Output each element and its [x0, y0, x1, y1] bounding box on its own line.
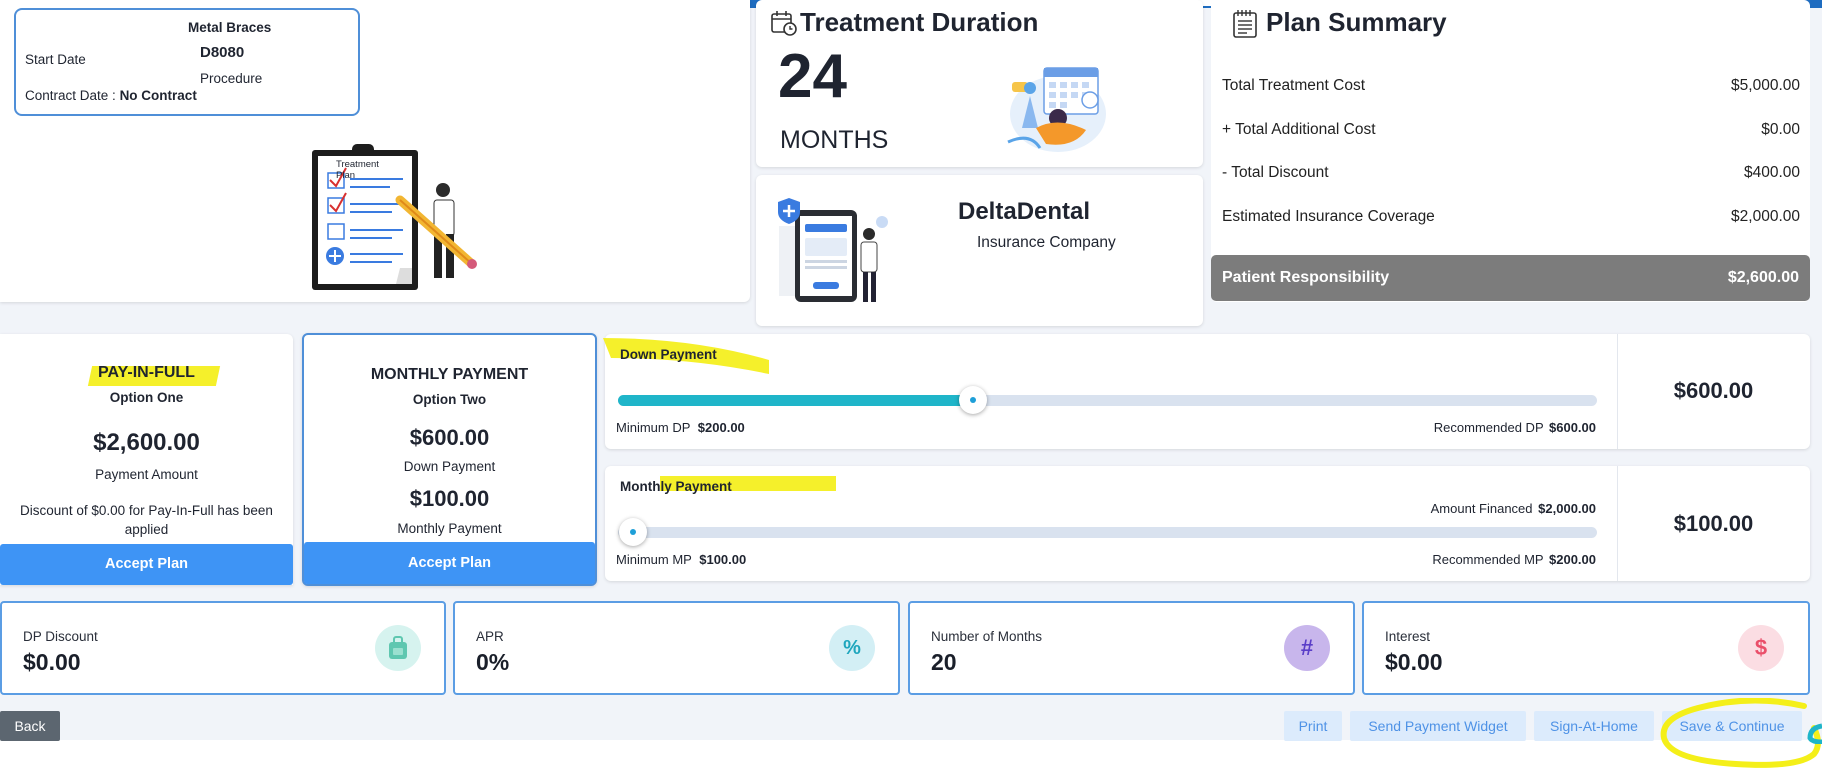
accept-pay-in-full-button[interactable]: Accept Plan — [0, 544, 293, 585]
option-one-subtitle: Option One — [109, 390, 184, 405]
patient-responsibility-value: $2,600.00 — [1727, 269, 1799, 286]
patient-responsibility-bar: Patient Responsibility $2,600.00 — [1211, 255, 1810, 301]
option-two-monthly-label: Monthly Payment — [397, 521, 502, 536]
dollar-icon: $ — [1738, 625, 1784, 671]
recommended-mp-label: Recommended MP — [1432, 552, 1544, 567]
stat-card-dp-discount: DP Discount $0.00 — [0, 601, 446, 695]
down-payment-value: $600.00 — [1673, 378, 1754, 403]
monthly-payment-slider-handle[interactable] — [619, 518, 647, 546]
summary-row-insurance-coverage: Estimated Insurance Coverage $2,000.00 — [1222, 208, 1800, 226]
summary-row-total-discount: - Total Discount $400.00 — [1222, 164, 1800, 182]
procedure-code-label: Procedure — [200, 71, 263, 86]
min-mp-label: Minimum MP — [616, 552, 692, 567]
stat-label: APR — [476, 629, 504, 644]
recommended-dp-label: Recommended DP — [1433, 420, 1544, 435]
discount-bag-icon — [375, 625, 421, 671]
summary-row-additional-cost: + Total Additional Cost $0.00 — [1222, 121, 1800, 139]
pay-in-full-amount-label: Payment Amount — [95, 467, 198, 482]
treatment-duration-unit: MONTHS — [780, 126, 889, 154]
contract-date-value: No Contract — [119, 88, 197, 103]
sign-at-home-button[interactable]: Sign-At-Home — [1534, 711, 1654, 741]
back-button[interactable]: Back — [0, 711, 60, 741]
clipboard-title: Treatment Plan — [336, 159, 379, 181]
summary-row-value: $0.00 — [1761, 121, 1800, 138]
option-two-monthly-amount: $100.00 — [409, 486, 490, 511]
stat-label: DP Discount — [23, 629, 98, 644]
recommended-mp-value: $200.00 — [1549, 552, 1596, 567]
plan-summary-title: Plan Summary — [1266, 7, 1447, 37]
summary-row-label: Total Treatment Cost — [1222, 77, 1366, 94]
stat-card-number-of-months: Number of Months 20 # — [908, 601, 1355, 695]
summary-row-label: - Total Discount — [1222, 164, 1329, 181]
start-date-label: Start Date — [25, 52, 86, 67]
calendar-clock-icon — [771, 11, 797, 36]
footer-strip — [0, 740, 1822, 774]
hash-icon: # — [1284, 625, 1330, 671]
pay-in-full-amount: $2,600.00 — [93, 429, 200, 456]
option-two-subtitle: Option Two — [412, 392, 487, 407]
summary-row-label: Estimated Insurance Coverage — [1222, 208, 1435, 225]
stat-card-apr: APR 0% % — [453, 601, 900, 695]
pay-in-full-title: PAY-IN-FULL — [98, 364, 195, 381]
print-button[interactable]: Print — [1284, 711, 1342, 741]
summary-row-label: + Total Additional Cost — [1222, 121, 1376, 138]
contract-date-label: Contract Date : — [25, 88, 116, 103]
summary-row-value: $400.00 — [1743, 164, 1800, 181]
stat-label: Interest — [1385, 629, 1431, 644]
down-payment-title: Down Payment — [620, 347, 717, 362]
send-payment-widget-button[interactable]: Send Payment Widget — [1350, 711, 1526, 741]
insurance-name: DeltaDental — [958, 198, 1091, 225]
treatment-duration-title: Treatment Duration — [800, 7, 1039, 37]
percent-icon: % — [829, 625, 875, 671]
monthly-payment-value: $100.00 — [1673, 511, 1754, 536]
procedure-code: D8080 — [200, 44, 245, 61]
amount-financed-label: Amount Financed — [1430, 501, 1533, 516]
patient-responsibility-label: Patient Responsibility — [1222, 269, 1390, 286]
stat-value: 20 — [931, 649, 957, 675]
stat-value: $0.00 — [23, 649, 81, 675]
notepad-icon — [1233, 10, 1257, 38]
chat-bubble-icon[interactable] — [1806, 722, 1822, 744]
treatment-duration-value: 24 — [778, 42, 847, 111]
min-dp-value: $200.00 — [697, 420, 745, 435]
option-two-down-label: Down Payment — [403, 459, 496, 474]
stat-value: $0.00 — [1385, 649, 1443, 675]
summary-row-total-treatment: Total Treatment Cost $5,000.00 — [1222, 77, 1800, 95]
procedure-title: Metal Braces — [188, 20, 272, 35]
monthly-payment-title: MONTHLY PAYMENT — [370, 366, 529, 383]
monthly-payment-slider-title: Monthly Payment — [620, 479, 732, 494]
option-two-down-amount: $600.00 — [409, 425, 490, 450]
monthly-payment-slider-track[interactable] — [618, 527, 1597, 538]
accept-monthly-plan-button[interactable]: Accept Plan — [304, 542, 595, 584]
stat-label: Number of Months — [931, 629, 1043, 644]
calendar-doctor-illustration — [1007, 67, 1106, 152]
recommended-dp-value: $600.00 — [1549, 420, 1596, 435]
min-mp-value: $100.00 — [699, 552, 747, 567]
min-dp-label: Minimum DP — [616, 420, 691, 435]
stat-value: 0% — [476, 649, 510, 675]
procedure-box: Metal Braces Start Date D8080 Procedure … — [14, 8, 360, 116]
highlight-mark — [1660, 698, 1821, 768]
summary-row-value: $2,000.00 — [1731, 208, 1800, 225]
amount-financed-value: $2,000.00 — [1538, 501, 1596, 516]
stat-card-interest: Interest $0.00 $ — [1362, 601, 1810, 695]
down-payment-slider-fill — [618, 395, 974, 406]
summary-row-value: $5,000.00 — [1731, 77, 1800, 94]
insurance-subtitle: Insurance Company — [977, 234, 1116, 251]
pay-in-full-note: Discount of $0.00 for Pay-In-Full has be… — [20, 503, 273, 537]
insurance-tablet-illustration — [778, 198, 888, 302]
